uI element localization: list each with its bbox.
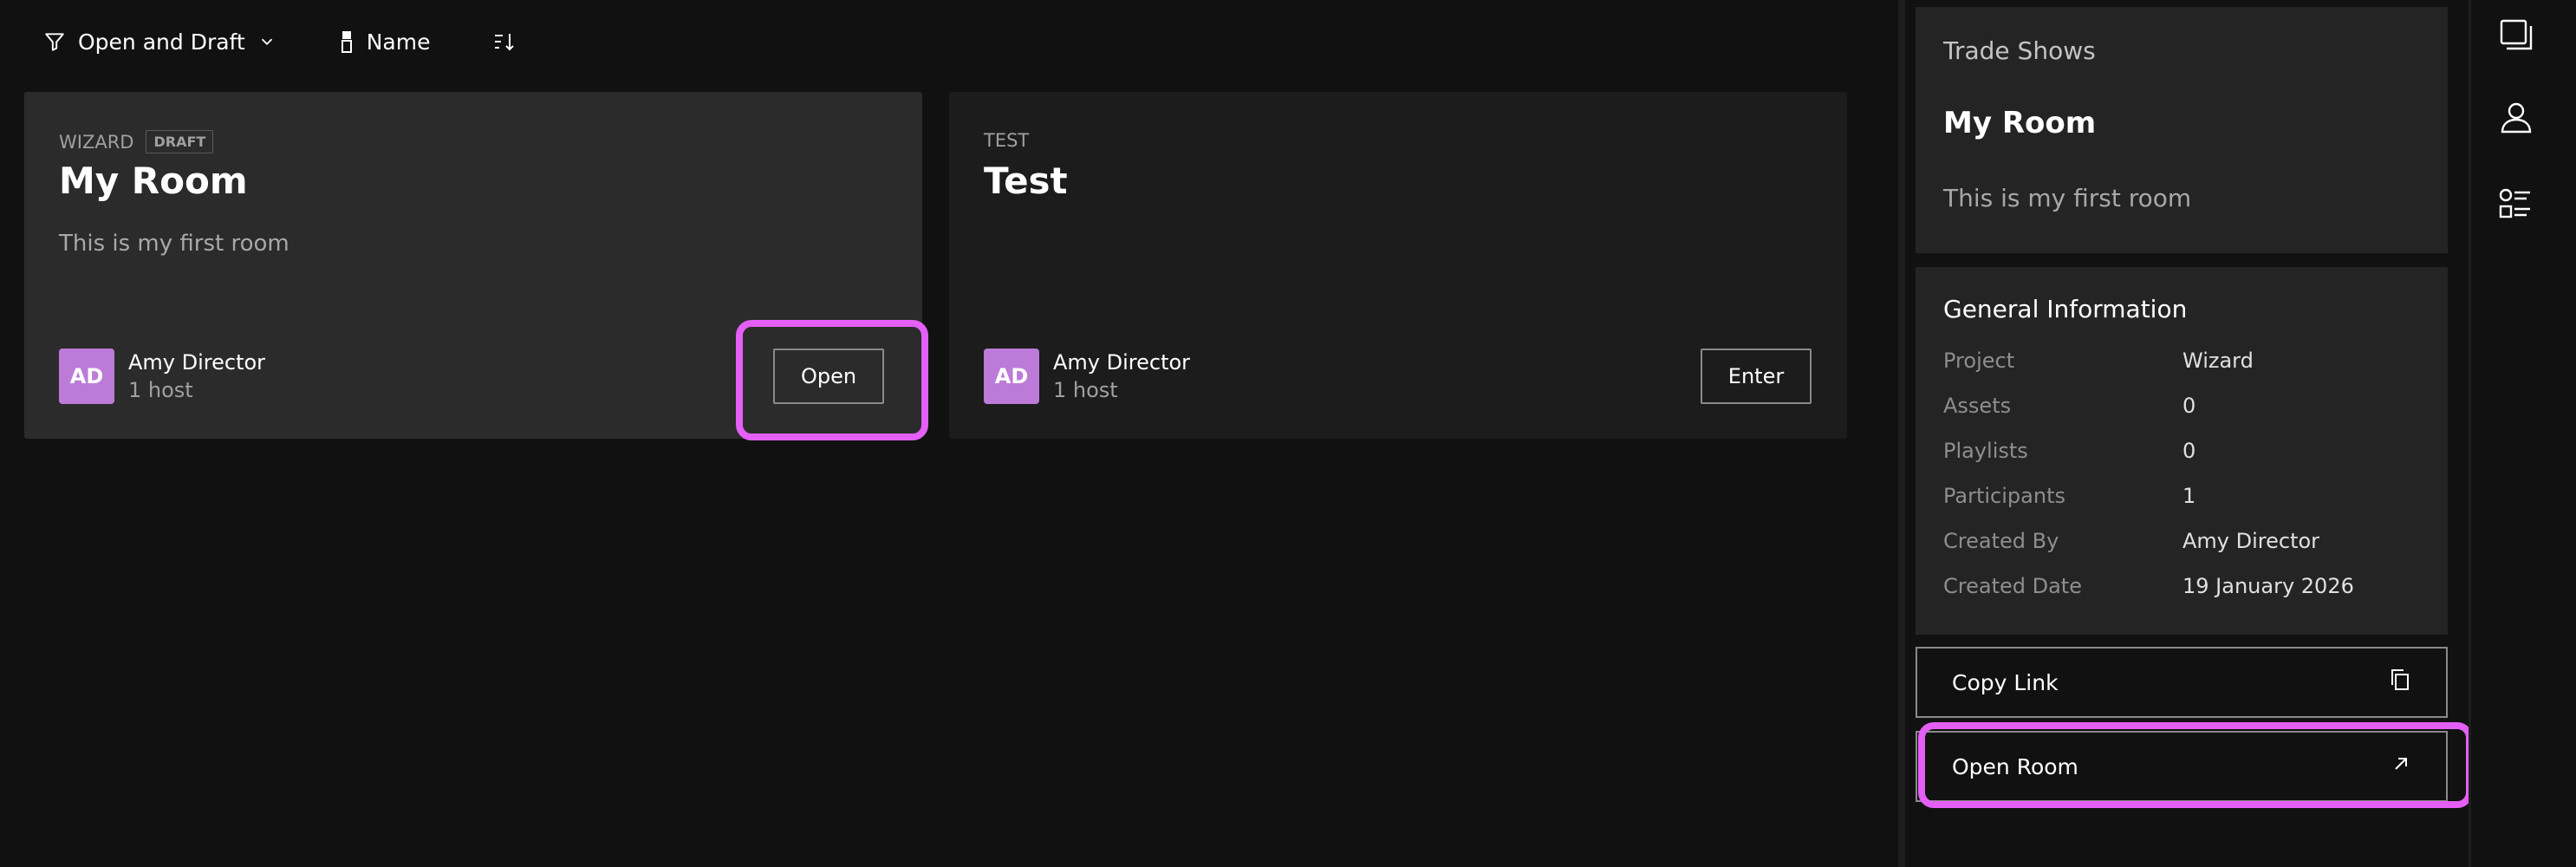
copy-icon (2389, 668, 2411, 697)
arrow-up-right-icon (2391, 753, 2411, 779)
info-value: Amy Director (2182, 529, 2320, 553)
host-count: 1 host (1053, 378, 1118, 402)
right-icon-rail (2469, 0, 2576, 867)
room-project-label: WIZARD (59, 131, 134, 153)
info-list: Project Wizard Assets 0 Playlists 0 Part… (1943, 349, 2429, 619)
details-room-description: This is my first room (1943, 184, 2192, 212)
host-name: Amy Director (128, 350, 266, 375)
info-value: 0 (2182, 439, 2196, 463)
room-title: Test (984, 160, 1068, 202)
avatar: AD (59, 349, 114, 404)
draft-badge: DRAFT (146, 130, 214, 153)
room-category: Trade Shows (1943, 36, 2096, 65)
sort-direction-button[interactable] (492, 29, 517, 54)
info-key: Created By (1943, 529, 2059, 553)
host-count: 1 host (128, 378, 193, 402)
host-info: Amy Director 1 host (1053, 350, 1190, 402)
info-key: Created Date (1943, 574, 2082, 598)
room-card-test[interactable]: TEST Test AD Amy Director 1 host Enter (949, 92, 1847, 439)
chevron-down-icon (257, 32, 276, 51)
host-info: Amy Director 1 host (128, 350, 265, 402)
room-title: My Room (59, 160, 248, 202)
info-row-assets: Assets 0 (1943, 394, 2429, 439)
enter-room-card-button[interactable]: Enter (1701, 349, 1812, 404)
user-icon[interactable] (2497, 99, 2535, 137)
info-row-project: Project Wizard (1943, 349, 2429, 394)
sort-direction-icon (492, 29, 517, 54)
room-description: This is my first room (59, 231, 289, 257)
room-card-my-room[interactable]: WIZARD DRAFT My Room This is my first ro… (24, 92, 922, 439)
room-host: AD Amy Director 1 host (59, 349, 265, 404)
details-room-title: My Room (1943, 106, 2097, 140)
host-name: Amy Director (1053, 350, 1191, 375)
avatar: AD (984, 349, 1039, 404)
sort-field-dropdown[interactable]: Name (339, 29, 431, 55)
room-project-label: TEST (984, 130, 1030, 151)
filter-dropdown[interactable]: Open and Draft (43, 29, 276, 55)
info-key: Participants (1943, 484, 2065, 508)
sort-field-label: Name (366, 29, 431, 55)
info-row-created-by: Created By Amy Director (1943, 529, 2429, 574)
info-value: 0 (2182, 394, 2196, 418)
rooms-main-area: Open and Draft Name WIZARD DRAFT My Room… (0, 0, 1898, 867)
info-row-created-date: Created Date 19 January 2026 (1943, 574, 2429, 619)
list-settings-icon[interactable] (2497, 184, 2535, 222)
copy-link-button[interactable]: Copy Link (1916, 647, 2448, 718)
room-host: AD Amy Director 1 host (984, 349, 1190, 404)
open-room-label: Open Room (1952, 753, 2078, 779)
info-value: 1 (2182, 484, 2196, 508)
info-key: Assets (1943, 394, 2012, 418)
room-details-summary: Trade Shows My Room This is my first roo… (1916, 7, 2448, 253)
filter-label: Open and Draft (78, 29, 245, 55)
open-room-button[interactable]: Open Room (1916, 731, 2448, 802)
info-row-playlists: Playlists 0 (1943, 439, 2429, 484)
filter-icon (43, 30, 66, 53)
room-card-label-row: WIZARD DRAFT (59, 130, 214, 153)
info-value: Wizard (2182, 349, 2254, 373)
open-room-card-button[interactable]: Open (773, 349, 884, 404)
info-value: 19 January 2026 (2182, 574, 2354, 598)
sort-field-icon (339, 29, 355, 54)
details-panel-icon[interactable] (2497, 16, 2535, 54)
panel-divider (1898, 0, 1905, 867)
info-key: Playlists (1943, 439, 2028, 463)
info-key: Project (1943, 349, 2015, 373)
info-row-participants: Participants 1 (1943, 484, 2429, 529)
room-card-label-row: TEST (984, 130, 1029, 151)
general-information-heading: General Information (1943, 295, 2188, 323)
copy-link-label: Copy Link (1952, 669, 2059, 695)
rooms-toolbar: Open and Draft Name (43, 26, 517, 57)
general-information-section: General Information Project Wizard Asset… (1916, 267, 2448, 635)
